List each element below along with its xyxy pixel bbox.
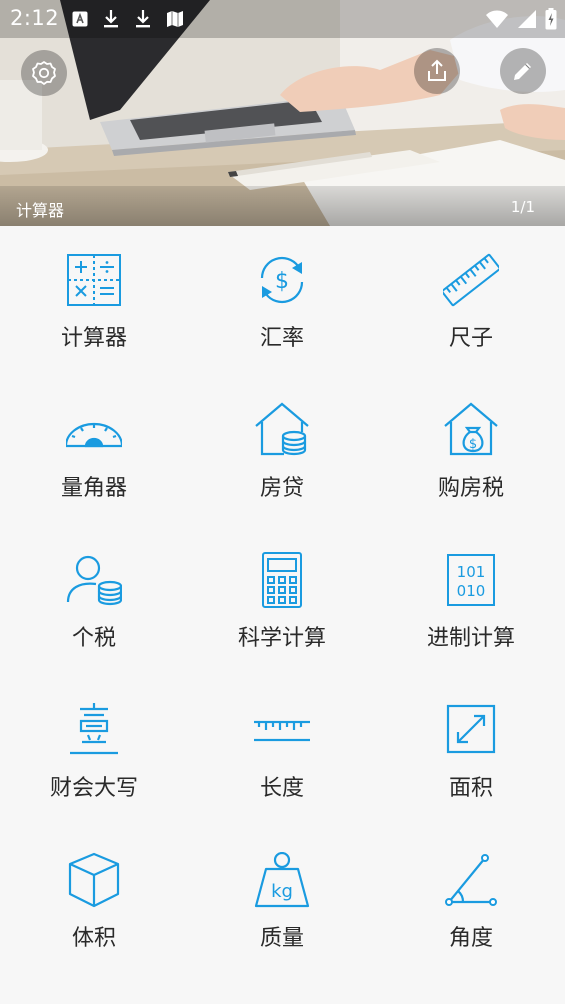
svg-text:$: $: [275, 269, 289, 294]
tools-grid: 计算器 $ 汇率 尺子 量角器 房贷 $ 购房税 个税 科学计算 101 010…: [0, 226, 565, 1004]
tool-label: 购房税: [437, 476, 504, 501]
chinese-numeral-icon: [70, 703, 118, 755]
download-icon: [136, 10, 150, 28]
download-icon: [104, 10, 118, 28]
house-tax-icon: $: [444, 402, 498, 456]
banner-carousel[interactable]: 2:12 计算器 1/1: [0, 0, 565, 226]
length-icon: [254, 720, 310, 742]
notification-icons: [72, 9, 184, 29]
tool-mortgage[interactable]: 房贷: [188, 376, 376, 526]
protractor-icon: [66, 422, 122, 448]
edit-button[interactable]: [500, 48, 546, 94]
tool-label: 汇率: [259, 326, 304, 351]
svg-text:$: $: [469, 437, 477, 452]
mortgage-icon: [255, 402, 309, 456]
volume-icon: [68, 852, 120, 908]
tool-label: 个税: [71, 626, 116, 651]
tool-protractor[interactable]: 量角器: [0, 376, 188, 526]
tool-label: 面积: [448, 776, 493, 801]
tool-weight[interactable]: kg 质量: [188, 826, 376, 976]
tool-house-tax[interactable]: $ 购房税: [377, 376, 565, 526]
area-icon: [446, 704, 496, 754]
tool-label: 角度: [448, 926, 493, 951]
tool-ruler[interactable]: 尺子: [377, 226, 565, 376]
edit-icon: [514, 63, 531, 80]
tool-scientific-calculator[interactable]: 科学计算: [188, 526, 376, 676]
calculator-icon: [67, 254, 121, 306]
svg-text:101: 101: [457, 563, 486, 581]
settings-button[interactable]: [21, 50, 67, 96]
tool-label: 长度: [259, 776, 304, 801]
banner-title: 计算器: [16, 201, 65, 220]
tool-label: 计算器: [60, 326, 127, 351]
tool-label: 房贷: [259, 476, 304, 501]
signal-icon: [518, 10, 536, 28]
tool-angle[interactable]: 角度: [377, 826, 565, 976]
battery-charging-icon: [545, 8, 557, 30]
tool-income-tax[interactable]: 个税: [0, 526, 188, 676]
map-icon: [167, 11, 183, 27]
tool-label: 财会大写: [49, 776, 138, 801]
tool-number-base[interactable]: 101 010 进制计算: [377, 526, 565, 676]
ruler-icon: [443, 253, 499, 307]
tool-exchange-rate[interactable]: $ 汇率: [188, 226, 376, 376]
scientific-calculator-icon: [262, 552, 302, 608]
wifi-icon: [486, 10, 508, 28]
settings-icon: [32, 61, 56, 85]
svg-text:kg: kg: [271, 881, 293, 902]
banner-page-indicator: 1/1: [510, 198, 535, 216]
svg-text:010: 010: [457, 582, 486, 600]
income-tax-icon: [66, 555, 122, 606]
tool-volume[interactable]: 体积: [0, 826, 188, 976]
angle-icon: [445, 854, 497, 906]
tool-label: 质量: [259, 926, 304, 951]
exchange-rate-icon: $: [260, 256, 304, 304]
status-time: 2:12: [10, 6, 60, 30]
tool-length[interactable]: 长度: [188, 676, 376, 826]
system-icons: [485, 8, 557, 30]
share-button[interactable]: [414, 48, 460, 94]
tool-calculator[interactable]: 计算器: [0, 226, 188, 376]
tool-area[interactable]: 面积: [377, 676, 565, 826]
binary-icon: 101 010: [447, 554, 495, 606]
tool-label: 进制计算: [426, 626, 515, 651]
tool-label: 量角器: [60, 476, 127, 501]
status-bar: 2:12: [0, 0, 565, 38]
weight-icon: kg: [254, 852, 310, 908]
tool-label: 科学计算: [237, 626, 326, 651]
banner-caption-bar: [0, 186, 565, 226]
tool-chinese-numeral[interactable]: 财会大写: [0, 676, 188, 826]
tool-label: 尺子: [448, 326, 493, 351]
text-a-icon: [72, 11, 88, 27]
share-icon: [428, 59, 446, 81]
tool-label: 体积: [71, 926, 116, 951]
